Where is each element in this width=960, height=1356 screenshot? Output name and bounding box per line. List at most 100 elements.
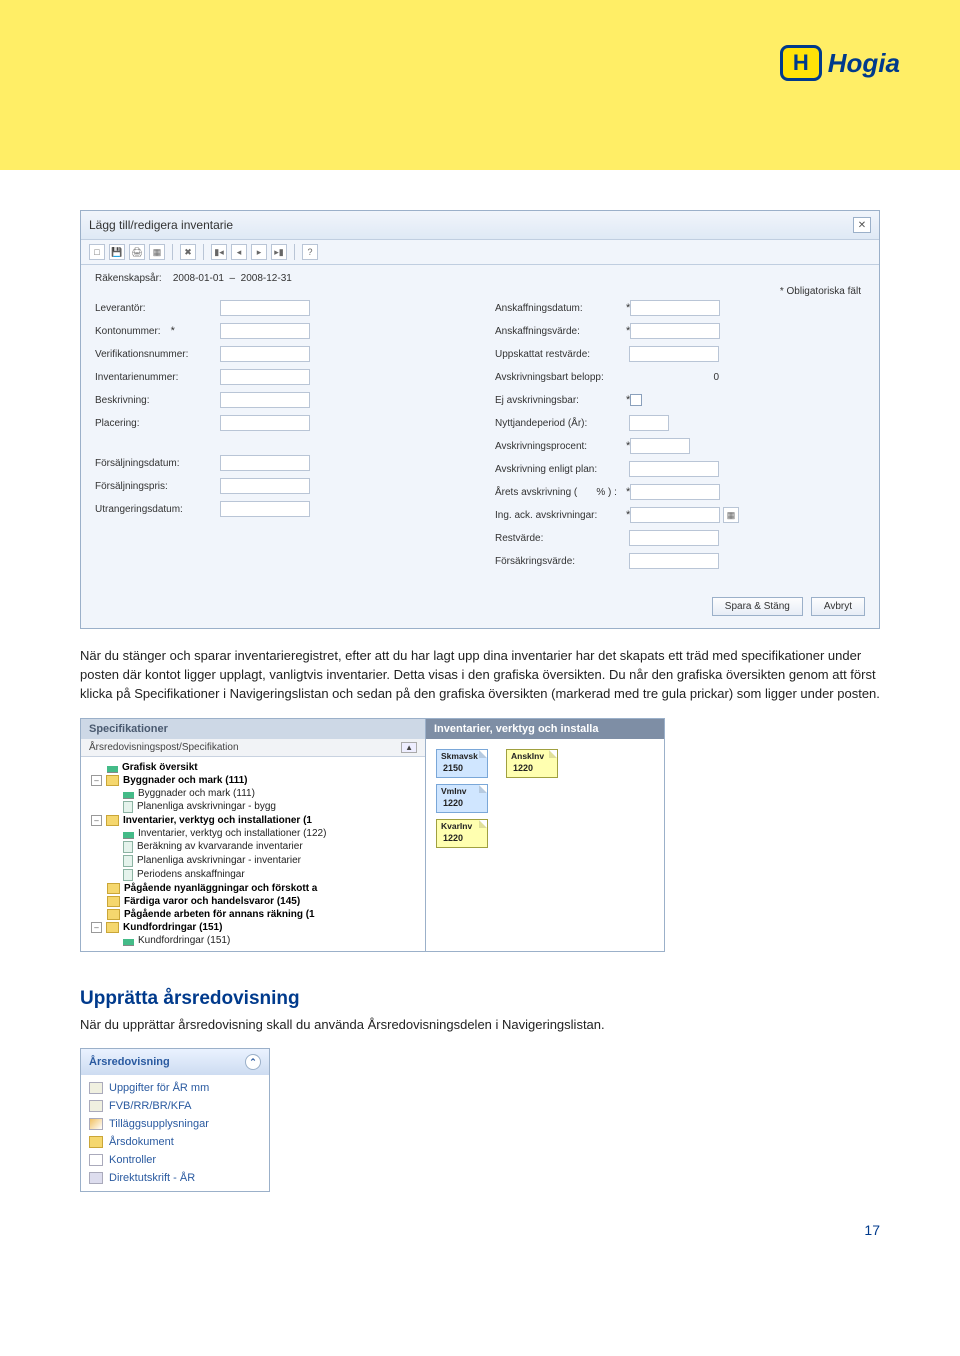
anskaffningsvarde-input[interactable] xyxy=(630,323,720,339)
folder-icon xyxy=(106,922,119,933)
nav-header[interactable]: Årsredovisning ⌃ xyxy=(81,1049,269,1075)
uppskattat-restvarde-input[interactable] xyxy=(629,346,719,362)
scroll-up-icon[interactable]: ▲ xyxy=(401,742,417,753)
collapse-icon[interactable]: – xyxy=(91,922,102,933)
close-icon[interactable]: ✕ xyxy=(853,217,871,233)
forsakringsvarde-input[interactable] xyxy=(629,553,719,569)
arets-avskrivning-label: Årets avskrivning ( % ) : xyxy=(495,487,620,498)
sticky-value: 2150 xyxy=(443,763,481,773)
utrangeringsdatum-input[interactable] xyxy=(220,501,310,517)
nav-item[interactable]: Direktutskrift - ÅR xyxy=(81,1169,269,1187)
save-button[interactable]: Spara & Stäng xyxy=(712,597,803,616)
anskaffningsdatum-input[interactable] xyxy=(630,300,720,316)
tree-row[interactable]: Färdiga varor och handelsvaror (145) xyxy=(81,895,425,908)
ing-ack-input[interactable] xyxy=(630,507,720,523)
nav-label: FVB/RR/BR/KFA xyxy=(109,1100,192,1112)
kontonummer-input[interactable] xyxy=(220,323,310,339)
tree-row[interactable]: Planenliga avskrivningar - bygg xyxy=(81,800,425,814)
sticky-note[interactable]: AnskInv 1220 xyxy=(506,749,558,778)
avskrivning-plan-input[interactable] xyxy=(629,461,719,477)
ej-avskrivningsbar-checkbox[interactable] xyxy=(630,394,642,406)
avskrivningsprocent-input[interactable] xyxy=(630,438,690,454)
sticky-value: 1220 xyxy=(513,763,551,773)
tree-row[interactable]: Byggnader och mark (111) xyxy=(81,787,425,800)
nav-item[interactable]: Kontroller xyxy=(81,1151,269,1169)
beskrivning-input[interactable] xyxy=(220,392,310,408)
restvarde-input[interactable] xyxy=(629,530,719,546)
nav-item[interactable]: Uppgifter för ÅR mm xyxy=(81,1079,269,1097)
paragraph-1: När du stänger och sparar inventarieregi… xyxy=(80,647,880,704)
nav-label: Direktutskrift - ÅR xyxy=(109,1172,195,1184)
preview-icon[interactable]: ▦ xyxy=(149,244,165,260)
collapse-icon[interactable]: ⌃ xyxy=(245,1054,261,1070)
sticky-title: VmInv xyxy=(441,786,467,796)
left-column: Leverantör: Kontonummer:* Verifikationsn… xyxy=(95,294,465,575)
arets-avskrivning-input[interactable] xyxy=(630,484,720,500)
forsaljningsdatum-input[interactable] xyxy=(220,455,310,471)
leverantor-input[interactable] xyxy=(220,300,310,316)
tree-row[interactable]: Planenliga avskrivningar - inventarier xyxy=(81,854,425,868)
tree-label: Kundfordringar (151) xyxy=(138,935,230,946)
spec-panel: Specifikationer Årsredovisningspost/Spec… xyxy=(80,718,665,952)
toolbar: □ 💾 🖨 ▦ ✖ ▮◂ ◂ ▸ ▸▮ ? xyxy=(81,240,879,265)
separator xyxy=(294,244,295,260)
tree-row[interactable]: Grafisk översikt xyxy=(81,761,425,774)
sticky-note[interactable]: KvarInv1220 xyxy=(436,819,488,848)
tree-row[interactable]: –Byggnader och mark (111) xyxy=(81,774,425,787)
nav-item[interactable]: Årsdokument xyxy=(81,1133,269,1151)
tree-label: Kundfordringar (151) xyxy=(123,922,222,933)
nav-item[interactable]: Tilläggsupplysningar xyxy=(81,1115,269,1133)
tree-row[interactable]: –Inventarier, verktyg och installationer… xyxy=(81,814,425,827)
fiscal-year-row: Räkenskapsår: 2008-01-01 – 2008-12-31 xyxy=(81,265,879,284)
sticky-title: AnskInv xyxy=(511,751,544,761)
forsaljningspris-label: Försäljningspris: xyxy=(95,481,220,492)
beskrivning-label: Beskrivning: xyxy=(95,395,220,406)
verifikationsnummer-input[interactable] xyxy=(220,346,310,362)
page-icon xyxy=(123,869,133,881)
verifikationsnummer-label: Verifikationsnummer: xyxy=(95,349,220,360)
cancel-button[interactable]: Avbryt xyxy=(811,597,865,616)
nav-panel: Årsredovisning ⌃ Uppgifter för ÅR mm FVB/… xyxy=(80,1048,270,1192)
fiscal-year-to: 2008-12-31 xyxy=(241,273,292,284)
placering-label: Placering: xyxy=(95,418,220,429)
dialog-window: Lägg till/redigera inventarie ✕ □ 💾 🖨 ▦ … xyxy=(80,210,880,629)
heading-upprata: Upprätta årsredovisning xyxy=(80,988,880,1010)
last-icon[interactable]: ▸▮ xyxy=(271,244,287,260)
forsaljningspris-input[interactable] xyxy=(220,478,310,494)
collapse-icon[interactable]: – xyxy=(91,775,102,786)
first-icon[interactable]: ▮◂ xyxy=(211,244,227,260)
prev-icon[interactable]: ◂ xyxy=(231,244,247,260)
page-icon xyxy=(123,841,133,853)
inventarienummer-input[interactable] xyxy=(220,369,310,385)
new-icon[interactable]: □ xyxy=(89,244,105,260)
tree-row[interactable]: Beräkning av kvarvarande inventarier xyxy=(81,840,425,854)
print-icon[interactable]: 🖨 xyxy=(129,244,145,260)
next-icon[interactable]: ▸ xyxy=(251,244,267,260)
forsaljningsdatum-label: Försäljningsdatum: xyxy=(95,458,220,469)
sticky-note[interactable]: VmInv1220 xyxy=(436,784,488,813)
calendar-icon[interactable]: ▦ xyxy=(723,507,739,523)
tree-row[interactable]: Periodens anskaffningar xyxy=(81,868,425,882)
collapse-icon[interactable]: – xyxy=(91,815,102,826)
help-icon[interactable]: ? xyxy=(302,244,318,260)
nav-label: Uppgifter för ÅR mm xyxy=(109,1082,209,1094)
avskrivning-plan-label: Avskrivning enligt plan: xyxy=(495,464,620,475)
ing-ack-label: Ing. ack. avskrivningar: xyxy=(495,510,620,521)
tree-row[interactable]: Kundfordringar (151) xyxy=(81,934,425,947)
form-icon xyxy=(89,1100,103,1112)
chart-icon xyxy=(123,935,134,946)
nav-label: Årsdokument xyxy=(109,1136,174,1148)
notes-area: Skmavsk2150 AnskInv 1220 VmInv1220 KvarInv12… xyxy=(426,739,664,858)
tree-row[interactable]: – Kundfordringar (151) xyxy=(81,921,425,934)
delete-icon[interactable]: ✖ xyxy=(180,244,196,260)
save-icon[interactable]: 💾 xyxy=(109,244,125,260)
tree-label: Pågående nyanläggningar och förskott a xyxy=(124,883,317,894)
placering-input[interactable] xyxy=(220,415,310,431)
tree-row[interactable]: Inventarier, verktyg och installationer … xyxy=(81,827,425,840)
tree-row[interactable]: Pågående arbeten för annans räkning (1 xyxy=(81,908,425,921)
ej-avskrivningsbar-label: Ej avskrivningsbar: xyxy=(495,395,620,406)
nav-item[interactable]: FVB/RR/BR/KFA xyxy=(81,1097,269,1115)
sticky-note[interactable]: Skmavsk2150 xyxy=(436,749,488,778)
tree-row[interactable]: Pågående nyanläggningar och förskott a xyxy=(81,882,425,895)
nyttjandeperiod-input[interactable] xyxy=(629,415,669,431)
